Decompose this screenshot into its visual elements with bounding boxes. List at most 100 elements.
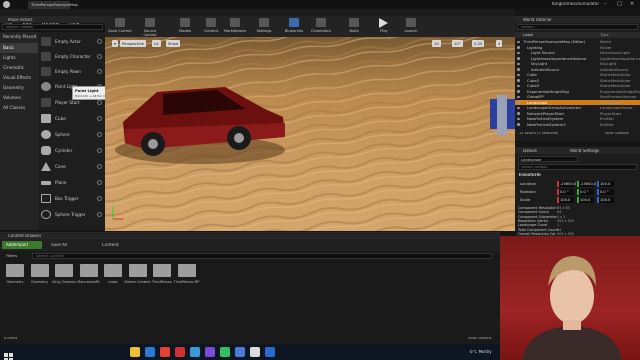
content-browser-tab[interactable]: Content Browser [0, 232, 500, 239]
maximize-icon[interactable]: □ [617, 1, 622, 7]
taskbar-app-icon[interactable] [160, 347, 170, 357]
visibility-eye-icon[interactable] [517, 101, 520, 104]
rotation-z-field[interactable]: 0.0 ° [597, 189, 614, 195]
visibility-eye-icon[interactable] [517, 62, 520, 65]
folder-item[interactable]: King_Osmosis [52, 264, 76, 292]
info-icon[interactable] [97, 212, 102, 217]
details-search[interactable]: Search Details [518, 164, 637, 170]
angle-snap-value[interactable]: 10° [452, 40, 463, 47]
add-import-button[interactable]: Add/Import [2, 241, 42, 249]
world-outliner-tab[interactable]: World Outliner [515, 16, 640, 23]
minimize-icon[interactable]: – [604, 1, 607, 7]
category-basic[interactable]: Basic [0, 43, 38, 53]
actor-item[interactable]: Sphere [38, 127, 105, 142]
visibility-eye-icon[interactable] [517, 40, 520, 43]
info-icon[interactable] [97, 180, 102, 185]
save-current-button[interactable]: Save Current [107, 17, 133, 36]
content-path[interactable]: Content [102, 243, 119, 247]
visibility-eye-icon[interactable] [517, 46, 520, 49]
visibility-eye-icon[interactable] [517, 68, 520, 71]
folder-item[interactable]: maps [102, 264, 124, 292]
cinematics-button[interactable]: Cinematics [308, 17, 334, 36]
category-geometry[interactable]: Geometry [0, 83, 38, 93]
taskbar-app-icon[interactable] [235, 347, 245, 357]
category-all-classes[interactable]: All Classes [0, 103, 38, 113]
folder-item[interactable]: Geometry [4, 264, 26, 292]
folder-item[interactable]: ThirdPerson BP [174, 264, 199, 292]
actor-item[interactable]: Sphere Trigger [38, 207, 105, 222]
transform-section-header[interactable]: Transform [518, 173, 541, 177]
show-button[interactable]: Show [166, 40, 181, 47]
details-tab[interactable]: Details [523, 149, 537, 153]
info-icon[interactable] [97, 39, 102, 44]
build-button[interactable]: Build [341, 17, 367, 36]
rotation-y-field[interactable]: 0.0 ° [577, 189, 594, 195]
taskbar-app-icon[interactable] [205, 347, 215, 357]
rotation-x-field[interactable]: 0.0 ° [557, 189, 574, 195]
label-column-header[interactable]: Label [523, 32, 533, 38]
scale-y-field[interactable]: 100.0 [577, 197, 594, 203]
document-tab[interactable]: ThirdPersonExampleMap [28, 1, 78, 9]
folder-item[interactable]: MannequinRt [77, 264, 100, 292]
location-y-field[interactable]: -25600.0 [577, 181, 596, 187]
weather-widget[interactable]: 6°C Mostly [470, 350, 492, 354]
actor-item[interactable]: Cylinder [38, 143, 105, 158]
visibility-eye-icon[interactable] [517, 123, 520, 126]
taskbar-app-icon[interactable] [250, 347, 260, 357]
world-settings-tab[interactable]: World Settings [570, 149, 599, 153]
location-x-field[interactable]: -25600.0 [557, 181, 576, 187]
visibility-eye-icon[interactable] [517, 51, 520, 54]
place-actors-tab[interactable]: Place Actors [0, 16, 105, 23]
scale-snap-value[interactable]: 0.25 [472, 40, 485, 47]
launch-button[interactable]: Launch [398, 17, 424, 36]
location-z-field[interactable]: 100.0 [597, 181, 614, 187]
info-icon[interactable] [97, 164, 102, 169]
content-button[interactable]: Content [198, 17, 224, 36]
info-icon[interactable] [97, 69, 102, 74]
outliner-view-options[interactable]: View Options [605, 132, 629, 136]
marketplace-button[interactable]: Marketplace [222, 17, 248, 36]
visibility-eye-icon[interactable] [517, 112, 520, 115]
category-visual-effects[interactable]: Visual Effects [0, 73, 38, 83]
modes-button[interactable]: Modes [172, 17, 198, 36]
outliner-row[interactable]: NewParticleSystem2 Emitter [515, 122, 640, 128]
taskbar-app-icon[interactable] [175, 347, 185, 357]
info-icon[interactable] [97, 148, 102, 153]
info-icon[interactable] [97, 100, 102, 105]
taskbar-app-icon[interactable] [265, 347, 275, 357]
lit-button[interactable]: Lit [152, 40, 161, 47]
folder-item[interactable]: ThirdPerson [151, 264, 173, 292]
type-column-header[interactable]: Type [600, 32, 609, 38]
scale-z-field[interactable]: 100.0 [597, 197, 614, 203]
visibility-eye-icon[interactable] [517, 95, 520, 98]
category-recently-placed[interactable]: Recently Placed [0, 32, 38, 42]
play-button[interactable]: Play [371, 17, 397, 36]
folder-item[interactable]: Geometry [29, 264, 51, 292]
taskbar-app-icon[interactable] [145, 347, 155, 357]
info-icon[interactable] [97, 132, 102, 137]
actor-item[interactable]: Empty Character [38, 49, 105, 64]
actor-item[interactable]: Empty Pawn [38, 64, 105, 79]
blueprints-button[interactable]: Blueprints [281, 17, 307, 36]
category-lights[interactable]: Lights [0, 53, 38, 63]
visibility-eye-icon[interactable] [517, 90, 520, 93]
outliner-search[interactable]: Search... [517, 24, 638, 30]
visibility-eye-icon[interactable] [517, 57, 520, 60]
actor-name-field[interactable]: Landscape [518, 156, 578, 162]
scale-x-field[interactable]: 100.0 [557, 197, 574, 203]
visibility-eye-icon[interactable] [517, 106, 520, 109]
grid-snap-value[interactable]: 10 [432, 40, 441, 47]
place-actors-search[interactable]: Search Classes [2, 24, 103, 30]
info-icon[interactable] [97, 196, 102, 201]
settings-button[interactable]: Settings [251, 17, 277, 36]
actor-item[interactable]: Plane [38, 175, 105, 190]
taskbar-app-icon[interactable] [220, 347, 230, 357]
visibility-eye-icon[interactable] [517, 117, 520, 120]
actor-item[interactable]: Cone [38, 159, 105, 174]
viewport-menu-button[interactable]: ▾ [112, 40, 118, 47]
info-icon[interactable] [97, 54, 102, 59]
folder-item[interactable]: Starter Content [124, 264, 151, 292]
visibility-eye-icon[interactable] [517, 73, 520, 76]
actor-item[interactable]: Empty Actor [38, 34, 105, 49]
actor-item[interactable]: Cube [38, 111, 105, 126]
